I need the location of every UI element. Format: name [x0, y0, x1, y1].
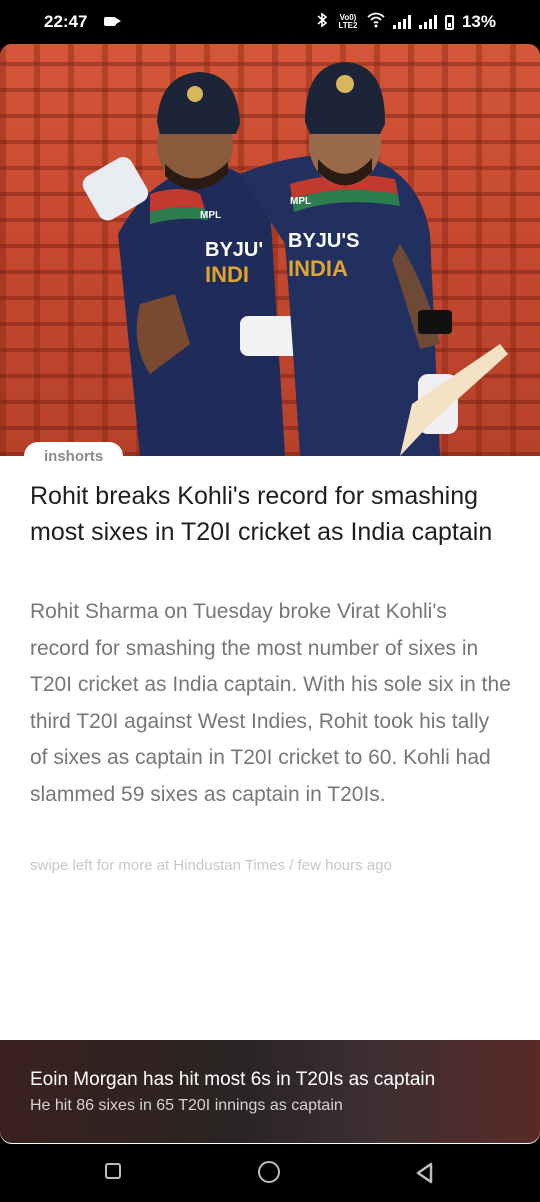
teaser-subtitle: He hit 86 sixes in 65 T20I innings as ca…: [30, 1097, 343, 1114]
recent-apps-icon[interactable]: [103, 1161, 127, 1185]
article-body: Rohit Sharma on Tuesday broke Virat Kohl…: [30, 600, 511, 806]
volte-label: Vo0) LTE2: [338, 13, 358, 30]
wifi-icon: [367, 12, 385, 32]
status-icons: Vo0) LTE2 13%: [315, 11, 496, 33]
bluetooth-icon: [315, 11, 329, 33]
article-footer[interactable]: swipe left for more at Hindustan Times /…: [30, 857, 510, 874]
source-tag[interactable]: inshorts: [24, 442, 124, 472]
screen-record-icon: [104, 17, 121, 26]
navigation-bar: [0, 1144, 540, 1202]
back-icon[interactable]: [413, 1161, 437, 1185]
article-headline: Rohit breaks Kohli's record for smashing…: [30, 482, 493, 546]
svg-text:INDIA: INDIA: [288, 256, 348, 281]
signal-icon: [392, 15, 411, 29]
status-bar: 22:47 Vo0) LTE2 13%: [0, 0, 540, 44]
volte-icon: Vo0) LTE2: [337, 14, 359, 30]
svg-text:MPL: MPL: [200, 210, 221, 221]
players-illustration: BYJU' INDI MPL BYJU'S INDIA MPL: [82, 62, 508, 456]
player-left: BYJU' INDI MPL: [82, 72, 315, 456]
svg-text:BYJU'S: BYJU'S: [288, 230, 359, 252]
battery-icon: [444, 14, 454, 30]
signal-icon-2: [418, 15, 437, 29]
teaser-title: Eoin Morgan has hit most 6s in T20Is as …: [30, 1069, 436, 1090]
news-card[interactable]: BYJU' INDI MPL BYJU'S INDIA MPL inshorts…: [0, 44, 540, 1144]
home-icon[interactable]: [258, 1161, 282, 1185]
status-time: 22:47: [44, 12, 88, 31]
next-story-teaser[interactable]: Eoin Morgan has hit most 6s in T20Is as …: [0, 1040, 540, 1143]
battery-percent: 13%: [461, 12, 496, 31]
svg-text:MPL: MPL: [290, 196, 311, 207]
article-image[interactable]: BYJU' INDI MPL BYJU'S INDIA MPL: [0, 44, 540, 456]
svg-text:INDI: INDI: [205, 262, 249, 287]
svg-text:BYJU': BYJU': [205, 239, 263, 261]
